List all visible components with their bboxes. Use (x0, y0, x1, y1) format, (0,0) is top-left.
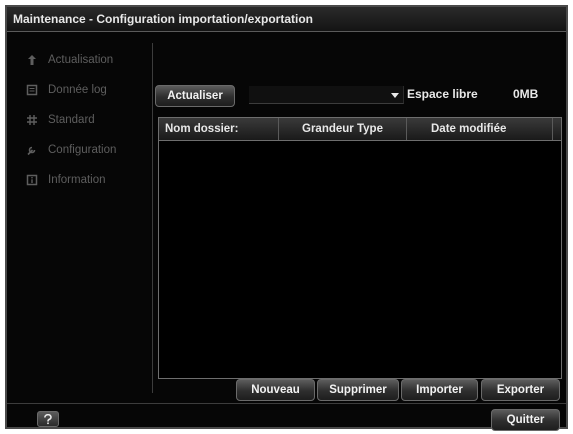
maintenance-window: Maintenance - Configuration importation/… (5, 5, 568, 431)
chevron-down-icon (391, 93, 399, 98)
column-header-date-modified[interactable]: Date modifiée (407, 118, 553, 140)
export-button[interactable]: Exporter (481, 379, 560, 401)
sidebar-item-label: Actualisation (48, 54, 114, 66)
new-button[interactable]: Nouveau (236, 379, 315, 401)
sidebar-item-label: Configuration (48, 144, 117, 156)
help-icon (44, 413, 52, 424)
file-table: Nom dossier: Grandeur Type Date modifiée (158, 117, 562, 379)
column-header-size-type[interactable]: Grandeur Type (279, 118, 407, 140)
info-icon (26, 174, 38, 186)
sidebar-item-label: Donnée log (48, 84, 107, 96)
window-title: Maintenance - Configuration importation/… (7, 7, 566, 32)
sidebar: Actualisation Donnée log Standard Config… (17, 47, 145, 392)
sidebar-item-actualisation[interactable]: Actualisation (17, 49, 145, 71)
upload-arrow-icon (26, 54, 38, 66)
free-space-value: 0MB (513, 87, 539, 101)
footer-divider (7, 403, 566, 404)
import-button[interactable]: Importer (401, 379, 478, 401)
sidebar-item-standard[interactable]: Standard (17, 109, 145, 131)
refresh-button[interactable]: Actualiser (155, 85, 235, 107)
sidebar-item-configuration[interactable]: Configuration (17, 139, 145, 161)
sidebar-item-donnee-log[interactable]: Donnée log (17, 79, 145, 101)
free-space-label: Espace libre (407, 87, 478, 101)
quit-button[interactable]: Quitter (491, 409, 560, 431)
sidebar-item-label: Information (48, 174, 106, 186)
sidebar-item-information[interactable]: Information (17, 169, 145, 191)
wrench-icon (26, 144, 38, 156)
table-body[interactable] (159, 141, 561, 378)
device-select[interactable] (249, 86, 404, 104)
log-icon (26, 84, 38, 96)
column-header-folder-name[interactable]: Nom dossier: (159, 118, 279, 140)
table-header: Nom dossier: Grandeur Type Date modifiée (159, 118, 561, 141)
sidebar-divider (152, 43, 153, 393)
sidebar-item-label: Standard (48, 114, 95, 126)
delete-button[interactable]: Supprimer (317, 379, 399, 401)
help-button[interactable] (37, 411, 59, 427)
hash-icon (26, 114, 38, 126)
